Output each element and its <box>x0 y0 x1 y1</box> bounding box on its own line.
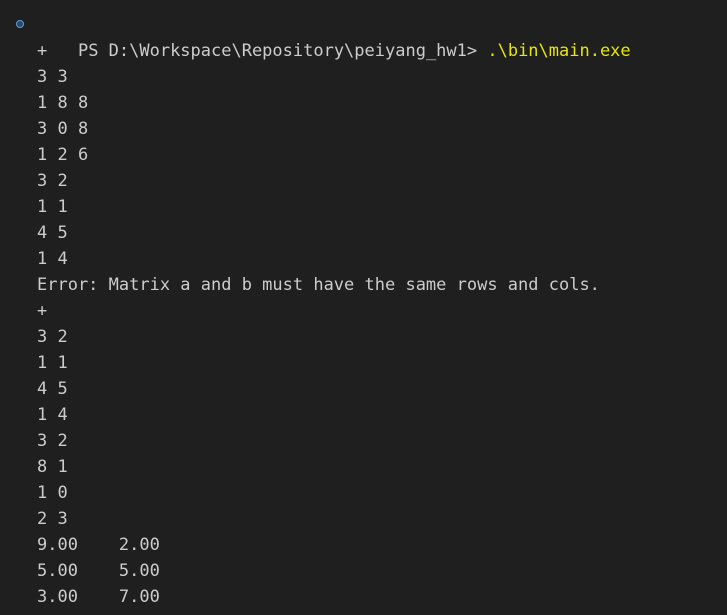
output-line: 4 5 <box>37 223 68 243</box>
output-line: 3 3 <box>37 67 68 87</box>
output-line: 2 3 <box>37 509 68 529</box>
output-line: 3 0 8 <box>37 119 89 139</box>
output-line: 4 5 <box>37 379 68 399</box>
output-line: 3 2 <box>37 431 68 451</box>
output-line: 1 0 <box>37 483 68 503</box>
output-line: 1 2 6 <box>37 145 89 165</box>
result-row: 3.00 7.00 <box>37 587 160 607</box>
output-line: 1 1 <box>37 197 68 217</box>
output-line: 1 8 8 <box>37 93 89 113</box>
output-line: 1 4 <box>37 249 68 269</box>
result-row: 9.00 2.00 <box>37 535 160 555</box>
terminal-panel[interactable]: PS D:\Workspace\Repository\peiyang_hw1> … <box>0 0 727 615</box>
output-line: 1 1 <box>37 353 68 373</box>
output-line: 3 2 <box>37 327 68 347</box>
prompt-text: PS D:\Workspace\Repository\peiyang_hw1> <box>77 41 488 61</box>
result-row: 5.00 5.00 <box>37 561 160 581</box>
output-line: 3 2 <box>37 171 68 191</box>
command-status-icon[interactable] <box>16 20 24 28</box>
command-text: .\bin\main.exe <box>487 41 631 61</box>
prompt-line: PS D:\Workspace\Repository\peiyang_hw1> … <box>0 12 727 61</box>
output-line: + <box>37 301 48 321</box>
error-message: Error: Matrix a and b must have the same… <box>37 275 600 295</box>
output-line: 8 1 <box>37 457 68 477</box>
output-line: 1 4 <box>37 405 68 425</box>
